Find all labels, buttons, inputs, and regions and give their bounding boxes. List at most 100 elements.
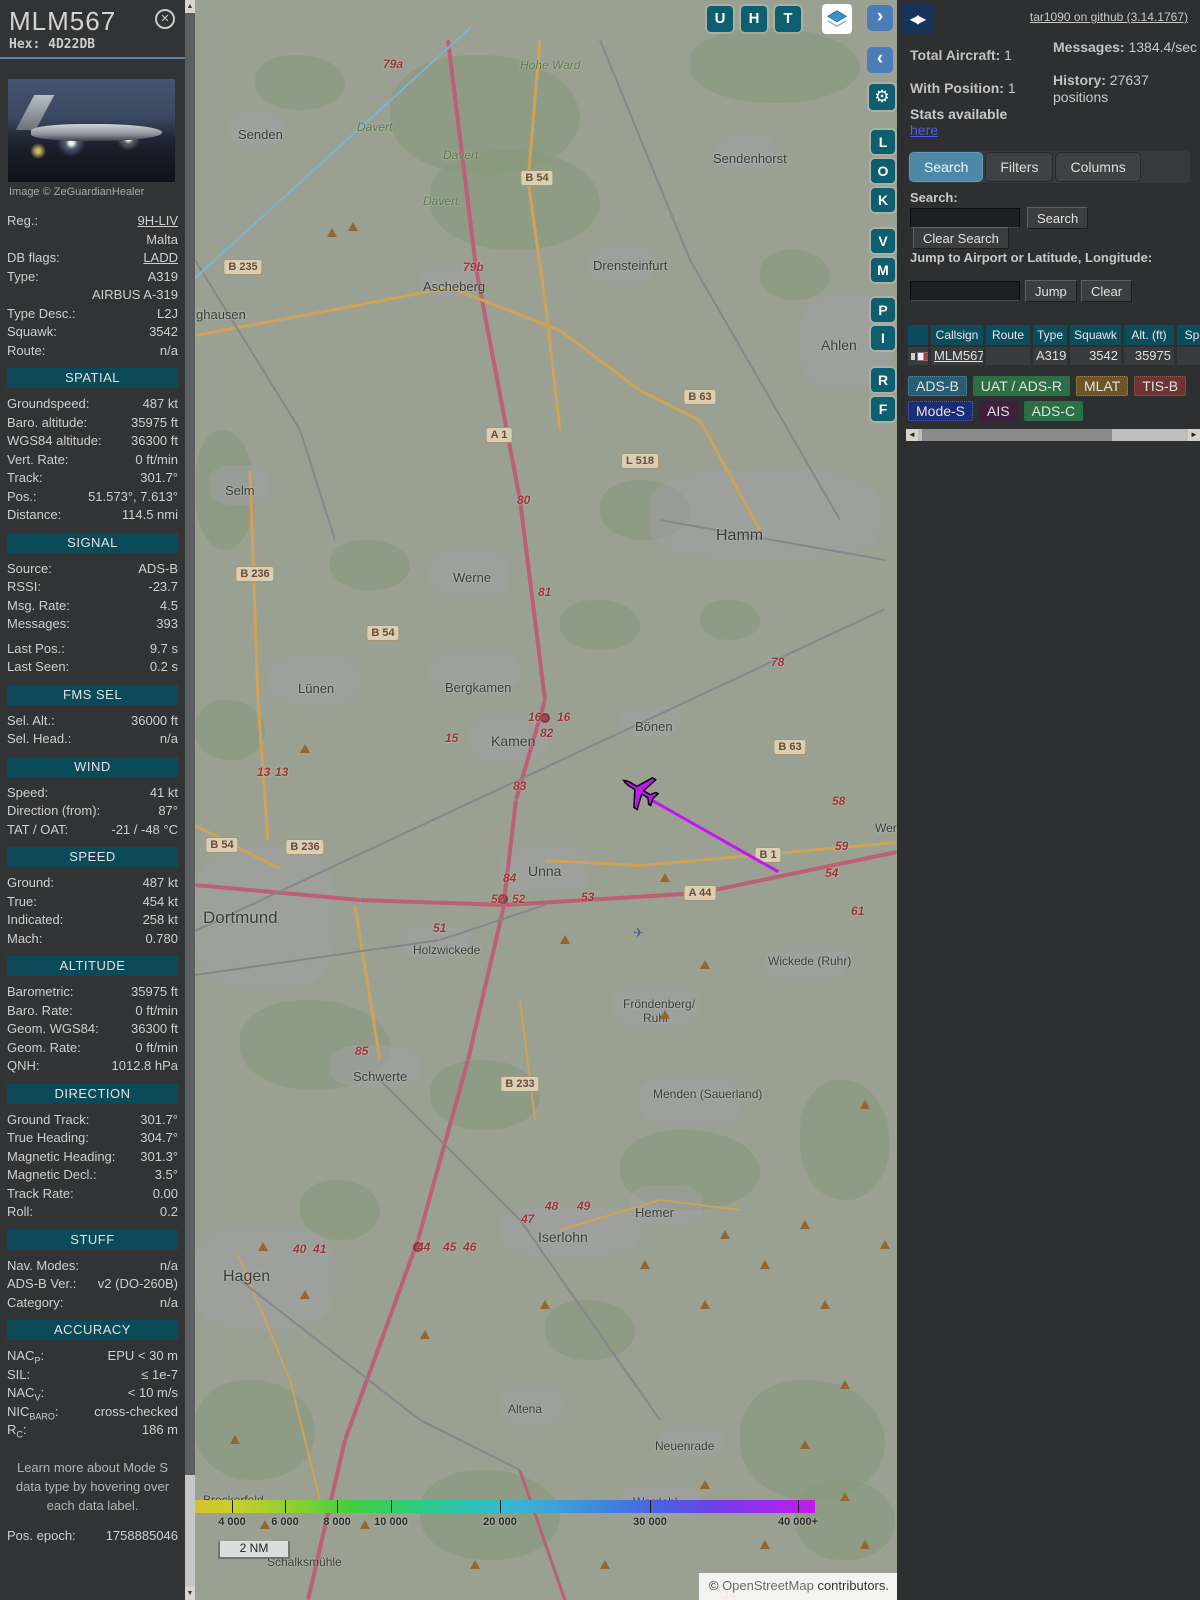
filter-badge-mode-s[interactable]: Mode-S: [908, 401, 974, 421]
data-value: -23.7: [148, 579, 178, 594]
column-header-Route[interactable]: Route: [986, 325, 1030, 345]
column-header-Callsign[interactable]: Callsign: [931, 325, 983, 345]
layers-button[interactable]: [822, 4, 852, 34]
peak-triangle-icon: [860, 1100, 870, 1109]
jump-input[interactable]: [910, 281, 1020, 301]
scroll-left-icon[interactable]: ◄: [906, 429, 918, 441]
data-value-link[interactable]: 9H-LIV: [38, 212, 178, 231]
data-value: 0.00: [152, 1185, 178, 1201]
scroll-down-icon[interactable]: ▼: [185, 1587, 195, 1600]
data-row: SIL: ≤ 1e-7: [7, 1366, 178, 1385]
tab-filters[interactable]: Filters: [985, 152, 1054, 182]
map-button-m[interactable]: M: [871, 258, 895, 282]
data-label: Speed:: [7, 784, 49, 800]
panel-toggle-button[interactable]: ◀▶: [901, 4, 933, 34]
column-header-Squawk[interactable]: Squawk: [1070, 325, 1121, 345]
map-button-o[interactable]: O: [871, 159, 895, 183]
column-header-flag[interactable]: [908, 325, 928, 345]
source-filter-badges: ADS-B UAT / ADS-R MLAT TIS-B Mode-S AIS ADS-C: [908, 376, 1200, 421]
map-button-t[interactable]: T: [775, 6, 801, 32]
search-button[interactable]: Search: [1027, 207, 1089, 229]
data-label: Squawk:: [7, 324, 57, 339]
osm-link[interactable]: OpenStreetMap: [722, 1578, 814, 1593]
data-value: 487 kt: [142, 396, 178, 411]
map-button-p[interactable]: P: [871, 298, 895, 322]
map-button-k[interactable]: K: [871, 188, 895, 212]
filter-badge-ais[interactable]: AIS: [979, 401, 1018, 421]
map-city-label: Senden: [238, 127, 283, 142]
left-panel-scrollbar[interactable]: ▲ ▼: [185, 0, 195, 1600]
map-button-l[interactable]: L: [871, 130, 895, 154]
data-label: Type:: [7, 268, 39, 284]
map-city-label: Menden (Sauerland): [653, 1087, 763, 1101]
data-value: < 10 m/s: [127, 1385, 178, 1400]
peak-triangle-icon: [760, 1540, 770, 1549]
filter-badge-ads-c[interactable]: ADS-C: [1023, 401, 1084, 421]
stats-here-link[interactable]: here: [910, 122, 938, 138]
map-button-h[interactable]: H: [741, 6, 767, 32]
settings-button[interactable]: ⚙: [869, 84, 895, 110]
map-button-u[interactable]: U: [707, 6, 733, 32]
sidebar-expand-button[interactable]: ›: [867, 5, 893, 31]
data-value: 301.7°: [140, 470, 178, 485]
scrollbar-thumb[interactable]: [922, 429, 1112, 441]
column-header-Spd.[interactable]: Spd.: [1177, 325, 1200, 345]
map-city-label: Lünen: [298, 681, 335, 696]
data-value: 87°: [158, 803, 178, 818]
clear-search-button[interactable]: Clear Search: [913, 227, 1009, 249]
exit-number-label: 79b: [463, 260, 484, 274]
table-horizontal-scrollbar[interactable]: ◄ ►: [906, 429, 1200, 441]
tab-search[interactable]: Search: [909, 152, 984, 182]
map-city-label: Bergkamen: [445, 680, 512, 695]
map[interactable]: Senden Sendenhorst ghausen Ascheberg Drenste…: [195, 0, 897, 1600]
filter-badge-tis-b[interactable]: TIS-B: [1134, 376, 1187, 396]
jump-button[interactable]: Jump: [1025, 280, 1077, 302]
data-label: True Heading:: [7, 1130, 89, 1145]
scale-tick: [337, 1500, 338, 1513]
peak-triangle-icon: [327, 228, 337, 237]
map-button-r[interactable]: R: [871, 368, 895, 392]
exit-number-label: 16: [557, 710, 571, 724]
clear-jump-button[interactable]: Clear: [1081, 280, 1133, 302]
road-shield: B 54: [205, 837, 239, 853]
data-label: Track:: [7, 470, 43, 485]
filter-badge-uat-ads-r[interactable]: UAT / ADS-R: [972, 376, 1070, 396]
aircraft-photo[interactable]: [8, 79, 175, 182]
column-header-Alt. (ft)[interactable]: Alt. (ft): [1124, 325, 1174, 345]
filter-badge-ads-b[interactable]: ADS-B: [908, 376, 967, 396]
scrollbar-thumb[interactable]: [185, 13, 195, 1475]
map-button-f[interactable]: F: [871, 397, 895, 421]
data-row: Last Pos.: 9.7 s: [7, 640, 178, 659]
section-header: STUFF: [7, 1229, 178, 1250]
peak-triangle-icon: [640, 1260, 650, 1269]
callsign-link[interactable]: MLM567: [934, 348, 983, 363]
scroll-up-icon[interactable]: ▲: [185, 0, 195, 13]
altitude-color-scale[interactable]: 4 000 6 000 8 000 10 000 20 000 30 000 40 000+: [195, 1500, 818, 1528]
data-row: Pos.: 51.573°, 7.613°: [7, 488, 178, 507]
data-value: 36300 ft: [131, 433, 178, 448]
data-row: Groundspeed: 487 kt: [7, 395, 178, 414]
aircraft-icon[interactable]: [611, 762, 666, 817]
data-row: WGS84 altitude: 36300 ft: [7, 432, 178, 451]
map-button-i[interactable]: I: [871, 326, 895, 350]
data-value-link[interactable]: LADD: [60, 249, 178, 268]
data-label: Category:: [7, 1294, 64, 1310]
data-label: Baro. altitude:: [7, 414, 88, 430]
column-header-Type[interactable]: Type: [1033, 325, 1067, 345]
filter-badge-mlat[interactable]: MLAT: [1075, 376, 1129, 396]
close-icon[interactable]: ✕: [155, 9, 175, 29]
data-label: Geom. WGS84:: [7, 1021, 99, 1036]
peak-triangle-icon: [800, 1440, 810, 1449]
tar1090-github-link[interactable]: tar1090 on github (3.14.1767): [1030, 10, 1188, 24]
map-button-v[interactable]: V: [871, 229, 895, 253]
peak-triangle-icon: [360, 1520, 370, 1529]
data-value: 0 ft/min: [135, 1039, 178, 1055]
sidebar-collapse-button[interactable]: ‹: [867, 47, 893, 73]
search-input[interactable]: [910, 208, 1020, 228]
exit-number-label: 13: [275, 765, 289, 779]
scroll-right-icon[interactable]: ►: [1188, 429, 1200, 441]
data-label: Magnetic Decl.:: [7, 1167, 97, 1182]
tab-columns[interactable]: Columns: [1055, 152, 1141, 182]
peak-triangle-icon: [540, 1300, 550, 1309]
data-row: Category: n/a: [7, 1294, 178, 1313]
